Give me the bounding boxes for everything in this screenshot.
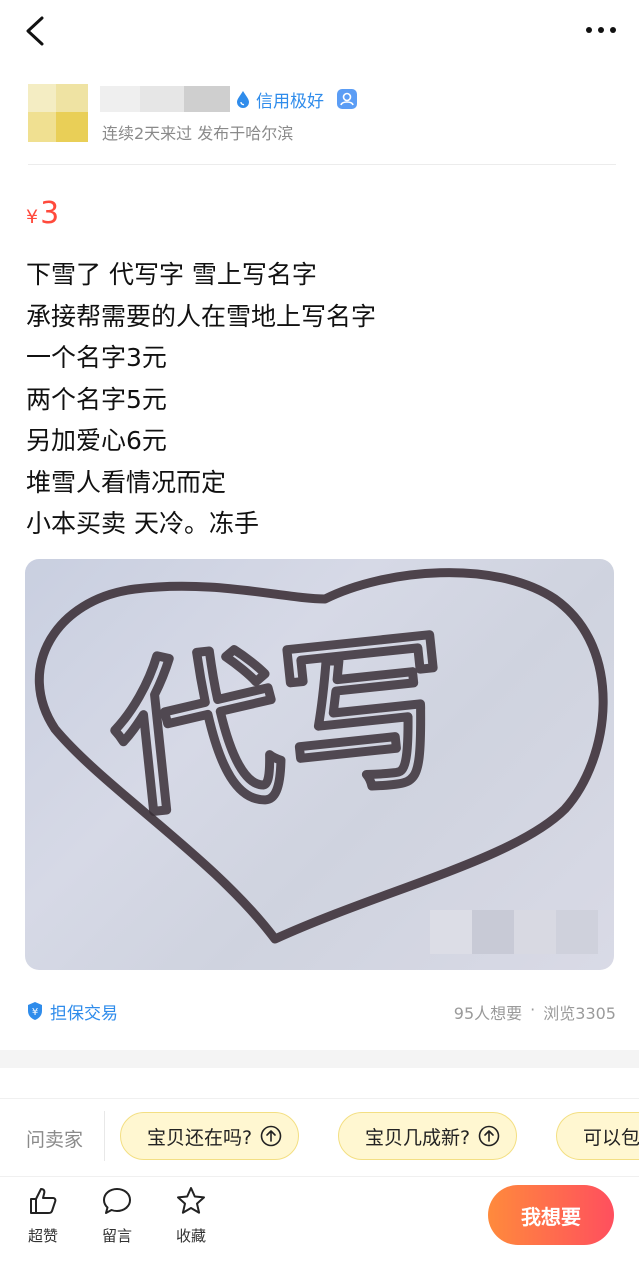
description-line: 两个名字5元 [26, 384, 167, 414]
credit-label: 信用极好 [256, 91, 324, 112]
avatar[interactable] [28, 84, 88, 142]
description-line: 堆雪人看情况而定 [26, 467, 227, 497]
seller-name-blurred [100, 86, 230, 112]
photo-text: 代写 [102, 610, 461, 842]
escrow-label: 担保交易 [50, 1003, 118, 1024]
star-icon [177, 1187, 205, 1214]
description-line: 小本买卖 天冷。冻手 [26, 509, 259, 538]
svg-text:¥: ¥ [32, 1007, 38, 1018]
water-drop-icon [237, 91, 249, 108]
price-currency: ¥ [26, 206, 39, 228]
description-line: 另加爱心6元 [26, 426, 167, 455]
description-line: 一个名字3元 [26, 343, 167, 372]
action-label: 留言 [101, 1227, 132, 1245]
verified-badge-icon[interactable] [336, 88, 358, 110]
watermark-blur [430, 910, 598, 954]
seller-info[interactable]: 信用极好 连续2天来过 发布于哈尔滨 [28, 76, 618, 146]
chip-label: 宝贝几成新? [365, 1126, 471, 1149]
item-description: 下雪了 代写字 雪上写名字 承接帮需要的人在雪地上写名字 一个名字3元 两个名字… [26, 254, 616, 545]
stats-separator: · [530, 1000, 536, 1019]
comment-button[interactable]: 留言 [91, 1185, 143, 1251]
price: ¥ 3 [26, 196, 59, 231]
bottom-action-bar: 超赞 留言 收藏 我想要 [0, 1176, 639, 1262]
description-line: 下雪了 代写字 雪上写名字 [26, 260, 317, 289]
action-label: 超赞 [27, 1227, 58, 1245]
want-count: 95人想要 [453, 1004, 523, 1023]
like-button[interactable]: 超赞 [17, 1185, 69, 1251]
view-count: 浏览3305 [543, 1004, 616, 1023]
divider [104, 1111, 105, 1161]
comment-icon [103, 1188, 131, 1214]
shield-icon: ¥ [28, 1002, 42, 1020]
arrow-up-circle-icon [260, 1125, 282, 1147]
description-line: 承接帮需要的人在雪地上写名字 [26, 301, 377, 331]
back-arrow-icon[interactable] [22, 14, 50, 48]
snow-heart-drawing: 代写 [34, 568, 608, 944]
more-dots-icon[interactable] [583, 18, 619, 42]
view-stats: 95人想要 · 浏览3305 [454, 1000, 616, 1024]
quick-question-chip[interactable]: 宝贝几成新? [338, 1112, 518, 1160]
stats-row: ¥ 担保交易 95人想要 · 浏览3305 [26, 998, 616, 1026]
divider [28, 164, 616, 165]
price-value: 3 [40, 196, 60, 231]
thumb-up-icon [30, 1188, 57, 1214]
chip-label: 宝贝还在吗? [147, 1126, 253, 1149]
ask-seller-label: 问卖家 [26, 1129, 84, 1151]
want-button[interactable]: 我想要 [488, 1185, 614, 1245]
item-photo[interactable]: 代写 [25, 559, 614, 970]
credit-badge[interactable]: 信用极好 [234, 86, 358, 112]
favorite-button[interactable]: 收藏 [165, 1185, 217, 1251]
escrow-badge[interactable]: ¥ 担保交易 [26, 998, 118, 1024]
section-gap [0, 1050, 639, 1068]
quick-question-chip[interactable]: 可以包 [556, 1112, 639, 1160]
chip-label: 可以包 [583, 1126, 639, 1149]
arrow-up-circle-icon [478, 1125, 500, 1147]
ask-seller-row: 问卖家 宝贝还在吗? 宝贝几成新? 可以包 [0, 1098, 639, 1174]
top-bar [0, 0, 639, 64]
action-label: 收藏 [175, 1227, 206, 1245]
quick-question-chip[interactable]: 宝贝还在吗? [120, 1112, 300, 1160]
seller-meta: 连续2天来过 发布于哈尔滨 [102, 124, 294, 143]
